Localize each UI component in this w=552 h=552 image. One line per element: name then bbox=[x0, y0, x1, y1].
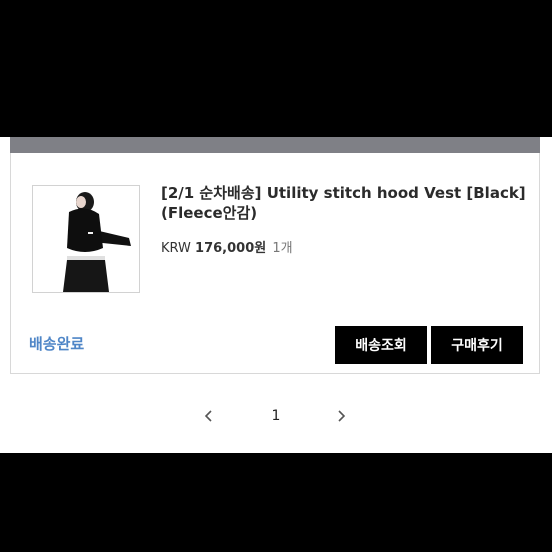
chevron-right-icon bbox=[338, 410, 346, 422]
order-history-screen: [2/1 순차배송] Utility stitch hood Vest [Bla… bbox=[0, 137, 552, 453]
page-number-current[interactable]: 1 bbox=[266, 400, 286, 432]
price-line: KRW 176,000원 1개 bbox=[161, 237, 293, 256]
product-photo bbox=[33, 186, 139, 292]
product-title[interactable]: [2/1 순차배송] Utility stitch hood Vest [Bla… bbox=[161, 183, 531, 223]
delivery-tracking-button[interactable]: 배송조회 bbox=[335, 326, 427, 364]
write-review-button[interactable]: 구매후기 bbox=[431, 326, 523, 364]
section-header-bar bbox=[10, 137, 540, 153]
currency-label: KRW bbox=[161, 241, 191, 256]
prev-page-button[interactable] bbox=[199, 400, 219, 432]
delivery-status: 배송완료 bbox=[29, 335, 85, 353]
pagination: 1 bbox=[0, 400, 552, 432]
next-page-button[interactable] bbox=[331, 400, 351, 432]
product-thumbnail[interactable] bbox=[32, 185, 140, 293]
quantity-label: 1개 bbox=[272, 241, 293, 256]
order-item-card: [2/1 순차배송] Utility stitch hood Vest [Bla… bbox=[10, 153, 540, 374]
chevron-left-icon bbox=[204, 410, 212, 422]
price-amount: 176,000원 bbox=[195, 241, 267, 256]
